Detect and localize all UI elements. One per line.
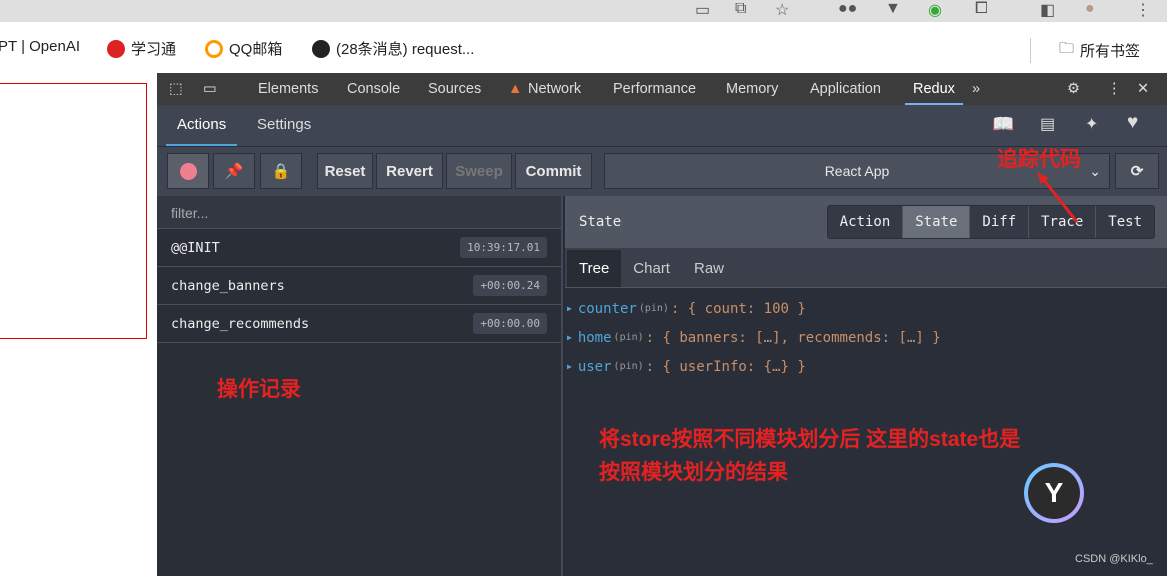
bookmark-qqmail[interactable]: QQ邮箱 [205,38,282,59]
chrome-extension-icon[interactable]: ◉ [928,0,942,20]
more-options-icon[interactable]: ⋮ [1107,81,1122,97]
annotation-note-2: 按照模块划分的结果 [599,461,788,484]
twitter-icon[interactable]: ✦ [1085,114,1098,134]
action-row[interactable]: change_recommends +00:00.00 [157,305,561,343]
tab-test[interactable]: Test [1095,206,1154,238]
chat-icon[interactable]: ▤ [1040,114,1055,134]
bookmark-openai[interactable]: PT | OpenAI [0,38,80,55]
tab-tree[interactable]: Tree [567,250,622,287]
tree-node[interactable]: ▶ user (pin): { userInfo: {…} } [567,352,1165,381]
close-icon[interactable]: ✕ [1137,81,1149,97]
tab-chart[interactable]: Chart [621,250,682,287]
sync-icon: ⟳ [1130,163,1144,180]
tab-console[interactable]: Console [347,81,400,97]
commit-button[interactable]: Commit [515,153,592,189]
sync-button[interactable]: ⟳ [1115,153,1159,189]
tree-node[interactable]: ▶ home (pin): { banners: […], recommends: … [567,323,1165,352]
floating-logo[interactable]: Y [1024,463,1084,523]
monitor-tabs: Action State Diff Trace Test [826,205,1155,239]
star-icon[interactable]: ☆ [775,0,789,20]
tab-raw[interactable]: Raw [682,250,736,287]
warning-icon: ▲ [508,81,523,97]
record-icon [179,162,197,180]
action-row[interactable]: @@INIT 10:39:17.01 [157,229,561,267]
lock-button[interactable]: 🔒 [260,153,302,189]
page-content-box [0,83,147,339]
chevron-down-icon: ⌄ [1089,162,1101,179]
lock-icon: 🔒 [271,163,291,180]
annotation-note-1: 将store按照不同模块划分后 这里的state也是 [599,428,1021,451]
globe-icon [312,39,330,58]
pin-icon: 📌 [224,163,244,180]
tab-sources[interactable]: Sources [428,81,481,97]
expand-arrow-icon: ▶ [567,362,572,371]
tab-redux[interactable]: Redux [905,73,963,105]
annotation-log: 操作记录 [217,378,301,401]
screen-cast-icon[interactable]: ▭ [695,0,710,20]
annotation-trace: 追踪代码 [997,148,1081,171]
state-tree: ▶ counter (pin): { count: 100 } ▶ home (pin)… [565,288,1167,387]
tab-memory[interactable]: Memory [726,81,778,97]
tab-state[interactable]: State [902,206,970,238]
inspect-icon[interactable]: ⬚ [169,81,183,97]
watermark: CSDN @KIKlo_ [1075,553,1153,565]
tab-elements[interactable]: Elements [258,81,318,97]
tab-performance[interactable]: Performance [613,81,696,97]
all-bookmarks[interactable]: 🗀 所有书签 [1030,38,1140,63]
logo-icon: Y [1028,467,1080,519]
tab-diff[interactable]: Diff [969,206,1029,238]
avatar[interactable]: ● [1085,0,1095,18]
view-tabs: Tree Chart Raw [565,248,1167,288]
folder-icon: 🗀 [1059,40,1075,57]
tab-settings[interactable]: Settings [257,116,311,133]
sidepanel-icon[interactable]: ◧ [1040,0,1055,20]
expand-arrow-icon: ▶ [567,304,572,313]
book-icon[interactable]: 📖 [992,114,1014,135]
bookmark-request[interactable]: (28条消息) request... [312,38,474,59]
tab-actions[interactable]: Actions [166,105,238,146]
record-button[interactable] [167,153,209,189]
monitor-panel: State Action State Diff Trace Test Tree … [565,196,1167,576]
devtools-tab-bar: ⬚ ▭ Elements Console Sources ▲ Network P… [157,73,1167,105]
tab-application[interactable]: Application [810,81,881,97]
device-toolbar-icon[interactable]: ▭ [203,81,217,97]
translate-icon[interactable]: ⧉ [735,0,746,18]
settings-gear-icon[interactable]: ⚙ [1067,81,1080,97]
extension-icon[interactable]: ●● [838,0,857,18]
tree-node[interactable]: ▶ counter (pin): { count: 100 } [567,294,1165,323]
annotation-arrow [1037,172,1079,223]
pin-button[interactable]: 📌 [213,153,255,189]
filter-input[interactable]: filter... [157,196,561,229]
expand-arrow-icon: ▶ [567,333,572,342]
extension-icon[interactable]: ▼ [885,0,901,18]
heart-icon[interactable]: ♥ [1127,112,1138,134]
browser-top-bar: ▭ ⧉ ☆ ●● ▼ ◉ ⧠ ◧ ● ⋮ [0,0,1167,22]
action-row[interactable]: change_banners +00:00.24 [157,267,561,305]
reset-button[interactable]: Reset [317,153,373,189]
more-tabs-icon[interactable]: » [972,81,980,97]
bookmarks-bar: PT | OpenAI 学习通 QQ邮箱 (28条消息) request... … [0,22,1167,73]
tab-action[interactable]: Action [827,206,903,238]
qqmail-icon [205,39,223,58]
xuexitong-icon [107,39,125,58]
puzzle-icon[interactable]: ⧠ [975,0,988,18]
state-title: State [579,214,622,230]
menu-icon[interactable]: ⋮ [1135,0,1151,20]
bookmark-xuexitong[interactable]: 学习通 [107,38,176,59]
sweep-button[interactable]: Sweep [446,153,512,189]
redux-header: Actions Settings 📖 ▤ ✦ ♥ [157,105,1167,146]
revert-button[interactable]: Revert [376,153,443,189]
tab-network[interactable]: Network [528,81,581,97]
